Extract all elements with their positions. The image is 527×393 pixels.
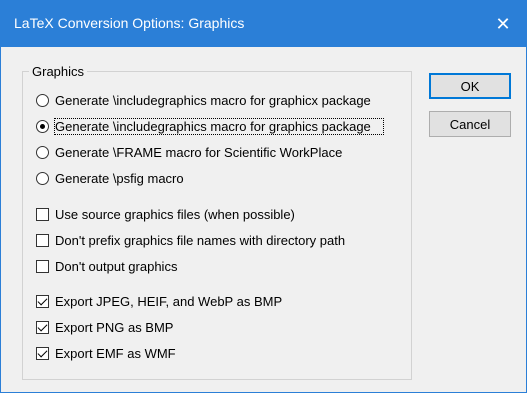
window-title: LaTeX Conversion Options: Graphics [14, 15, 245, 31]
checkbox-no-prefix[interactable]: Don't prefix graphics file names with di… [36, 230, 345, 250]
ok-button[interactable]: OK [429, 73, 511, 99]
radio-label: Generate \includegraphics macro for grap… [55, 92, 371, 108]
radio-label: Generate \includegraphics macro for grap… [54, 117, 384, 135]
checkbox-label: Export PNG as BMP [55, 319, 174, 335]
checkbox[interactable] [36, 346, 49, 360]
checkbox-label: Export JPEG, HEIF, and WebP as BMP [55, 293, 283, 309]
checkbox-label: Use source graphics files (when possible… [55, 206, 295, 222]
checkbox-label: Don't prefix graphics file names with di… [55, 232, 346, 248]
checkbox-export-emf[interactable]: Export EMF as WMF [36, 343, 176, 363]
radio-label: Generate \psfig macro [55, 170, 184, 186]
checkbox[interactable] [36, 294, 49, 308]
checkbox-label: Export EMF as WMF [55, 345, 176, 361]
radio-button[interactable] [36, 93, 49, 107]
checkbox-use-source[interactable]: Use source graphics files (when possible… [36, 204, 295, 224]
radio-label: Generate \FRAME macro for Scientific Wor… [55, 144, 343, 160]
cancel-button[interactable]: Cancel [429, 111, 511, 137]
radio-button[interactable] [36, 171, 49, 185]
checkbox[interactable] [36, 233, 49, 247]
checkbox[interactable] [36, 259, 49, 273]
checkbox[interactable] [36, 320, 49, 334]
group-label: Graphics [29, 64, 88, 79]
radio-frame[interactable]: Generate \FRAME macro for Scientific Wor… [36, 142, 342, 162]
checkbox[interactable] [36, 207, 49, 221]
radio-psfig[interactable]: Generate \psfig macro [36, 168, 184, 188]
close-icon[interactable]: ✕ [480, 1, 526, 47]
checkbox-label: Don't output graphics [55, 258, 178, 274]
radio-button[interactable] [36, 145, 49, 159]
checkbox-export-png[interactable]: Export PNG as BMP [36, 317, 173, 337]
dialog-window: LaTeX Conversion Options: Graphics ✕ Gra… [0, 0, 527, 393]
checkbox-export-jpeg[interactable]: Export JPEG, HEIF, and WebP as BMP [36, 291, 282, 311]
checkbox-no-output[interactable]: Don't output graphics [36, 256, 177, 276]
radio-graphicx[interactable]: Generate \includegraphics macro for grap… [36, 90, 383, 110]
title-bar: LaTeX Conversion Options: Graphics ✕ [1, 1, 526, 47]
radio-button[interactable] [36, 119, 49, 133]
radio-graphics[interactable]: Generate \includegraphics macro for grap… [36, 116, 384, 136]
